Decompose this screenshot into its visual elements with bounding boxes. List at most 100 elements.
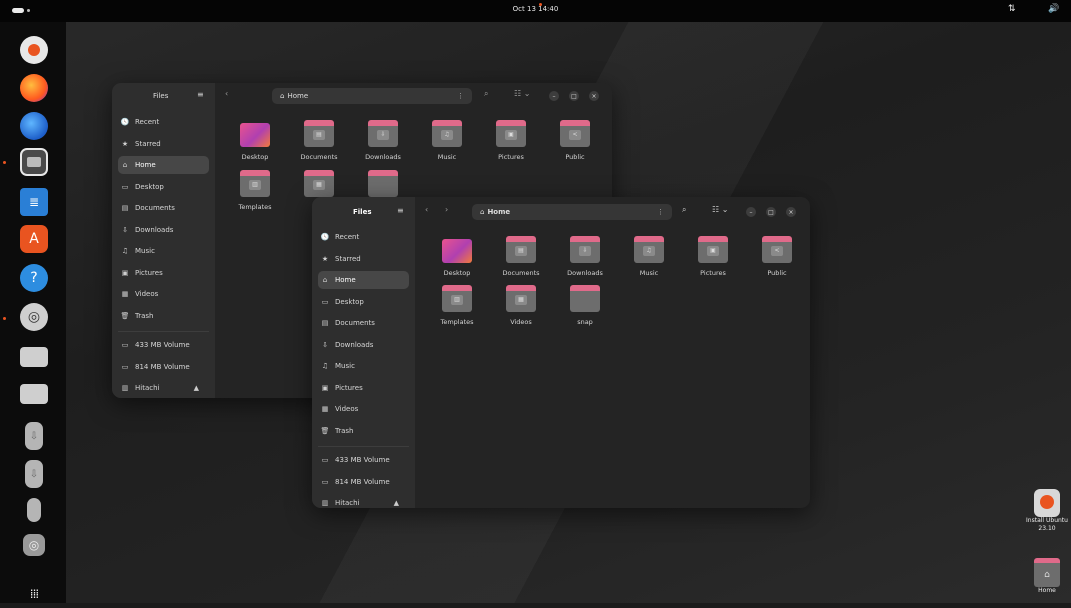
sidebar-item-documents[interactable]: ▤ Documents [318,314,409,332]
clock[interactable]: Oct 13 14:40 [0,5,1071,13]
forward-button[interactable]: › [445,205,448,214]
optical-drive-icon[interactable]: ◎ [23,534,45,556]
folder-videos[interactable]: ▦ Videos [491,285,551,326]
drive-icon: ▭ [321,477,329,486]
sidebar-item-recent[interactable]: 🕓 Recent [118,113,209,131]
maximize-button[interactable]: □ [569,91,579,101]
sidebar-volume-433-mb-volume[interactable]: ▭ 433 MB Volume [118,336,209,354]
help-icon[interactable]: ? [20,264,48,292]
sidebar-item-recent[interactable]: 🕓 Recent [318,228,409,246]
desktop-icon-install-ubuntu[interactable]: Install Ubuntu 23.10 [1021,489,1071,533]
sidebar-item-label: Recent [135,118,160,126]
sidebar-volume-433-mb-volume[interactable]: ▭ 433 MB Volume [318,451,409,469]
sidebar-item-home[interactable]: ⌂ Home [318,271,409,289]
sidebar-item-downloads[interactable]: ⇩ Downloads [318,336,409,354]
minimize-button[interactable]: – [746,207,756,217]
network-icon[interactable]: ⇅ [1008,4,1016,14]
folder-icon: ♫ [634,236,664,263]
view-options-icon[interactable]: ☷ ⌄ [514,89,530,98]
volume-icon[interactable]: 🔊 [1048,4,1059,14]
files-icon[interactable] [20,148,48,176]
sidebar-volume-814-mb-volume[interactable]: ▭ 814 MB Volume [318,473,409,491]
install-ubuntu-icon [1034,489,1060,517]
sidebar-item-pictures[interactable]: ▣ Pictures [318,379,409,397]
back-button[interactable]: ‹ [425,205,428,214]
pictures-glyph-icon: ▣ [707,246,719,256]
maximize-button[interactable]: □ [766,207,776,217]
close-button[interactable]: × [786,207,796,217]
install-ubuntu-icon[interactable] [20,36,48,64]
more-icon[interactable]: ⋮ [657,208,664,216]
eject-icon[interactable]: ▲ [394,499,399,507]
sidebar-volume-hitachi[interactable]: ▥ Hitachi ▲ [318,494,409,508]
folder-pictures[interactable]: ▣ Pictures [683,236,743,277]
sidebar-item-desktop[interactable]: ▭ Desktop [318,293,409,311]
close-button[interactable]: × [589,91,599,101]
show-apps-icon[interactable]: ⁞⁞⁞ [20,580,48,608]
sidebar-volume-hitachi[interactable]: ▥ Hitachi ▲ [118,379,209,397]
search-icon[interactable]: ⌕ [484,89,488,99]
folder-pictures[interactable]: ▣ Pictures [481,120,541,161]
sidebar-item-downloads[interactable]: ⇩ Downloads [118,221,209,239]
folder-desktop[interactable]: Desktop [427,239,487,277]
usb-drive-icon[interactable]: ⇩ [25,422,43,450]
sidebar-item-label: Documents [335,319,375,327]
folder-documents[interactable]: ▤ Documents [289,120,349,161]
path-bar[interactable]: ⌂ Home ⋮ [472,204,672,220]
sidebar-item-trash[interactable]: 🗑 Trash [118,307,209,325]
writer-icon[interactable]: ≣ [20,188,48,216]
sidebar-item-documents[interactable]: ▤ Documents [118,199,209,217]
folder-templates[interactable]: ▥ Templates [427,285,487,326]
eject-icon[interactable]: ▲ [194,384,199,392]
more-icon[interactable]: ⋮ [457,92,464,100]
view-options-icon[interactable]: ☷ ⌄ [712,205,728,214]
minimize-button[interactable]: – [549,91,559,101]
folder-templates[interactable]: ▥ Templates [225,170,285,211]
back-button[interactable]: ‹ [225,89,228,98]
folder-public[interactable]: < Public [747,236,807,277]
folder-label: Downloads [567,269,603,277]
sidebar-item-music[interactable]: ♫ Music [118,242,209,260]
videos-icon: ▦ [321,405,329,413]
usb-stick-icon[interactable] [27,498,41,522]
folder-snap[interactable]: snap [555,285,615,326]
folder-downloads[interactable]: ⇩ Downloads [353,120,413,161]
drive-icon: ▥ [321,499,329,507]
drive-icon[interactable] [20,347,48,367]
files-window-front[interactable]: Files ≡ 🕓 Recent ★ Starred ⌂ Home ▭ Desktop ▤ Doc… [312,197,810,508]
sidebar-item-videos[interactable]: ▦ Videos [118,285,209,303]
folder-documents[interactable]: ▤ Documents [491,236,551,277]
thunderbird-icon[interactable] [20,112,48,140]
sidebar-item-starred[interactable]: ★ Starred [318,250,409,268]
menu-icon[interactable]: ≡ [397,206,404,215]
folder-public[interactable]: < Public [545,120,605,161]
folder-desktop[interactable]: Desktop [225,123,285,161]
sidebar-item-trash[interactable]: 🗑 Trash [318,422,409,440]
folder-music[interactable]: ♫ Music [619,236,679,277]
folder-icon: ▣ [698,236,728,263]
drive-icon[interactable] [20,384,48,404]
firefox-icon[interactable] [20,74,48,102]
trash-icon: 🗑 [120,311,130,320]
usb-drive-icon[interactable]: ⇩ [25,460,43,488]
folder-label: Desktop [241,153,269,161]
sidebar-item-pictures[interactable]: ▣ Pictures [118,264,209,282]
menu-icon[interactable]: ≡ [197,90,204,99]
sidebar-item-desktop[interactable]: ▭ Desktop [118,178,209,196]
sidebar-item-starred[interactable]: ★ Starred [118,135,209,153]
search-icon[interactable]: ⌕ [682,205,686,215]
folder-icon [240,123,270,147]
path-bar[interactable]: ⌂ Home ⋮ [272,88,472,104]
folder-downloads[interactable]: ⇩ Downloads [555,236,615,277]
pictures-glyph-icon: ▣ [505,130,517,140]
sidebar-volume-814-mb-volume[interactable]: ▭ 814 MB Volume [118,358,209,376]
sidebar-item-home[interactable]: ⌂ Home [118,156,209,174]
app-center-icon[interactable]: A [20,225,48,253]
sidebar-item-music[interactable]: ♫ Music [318,357,409,375]
desktop-icon-home[interactable]: ⌂ Home [1021,558,1071,595]
folder-music[interactable]: ♫ Music [417,120,477,161]
sidebar-title: Files [353,208,372,216]
settings-icon[interactable]: ◎ [20,303,48,331]
sidebar-item-videos[interactable]: ▦ Videos [318,400,409,418]
starred-icon: ★ [121,139,129,148]
